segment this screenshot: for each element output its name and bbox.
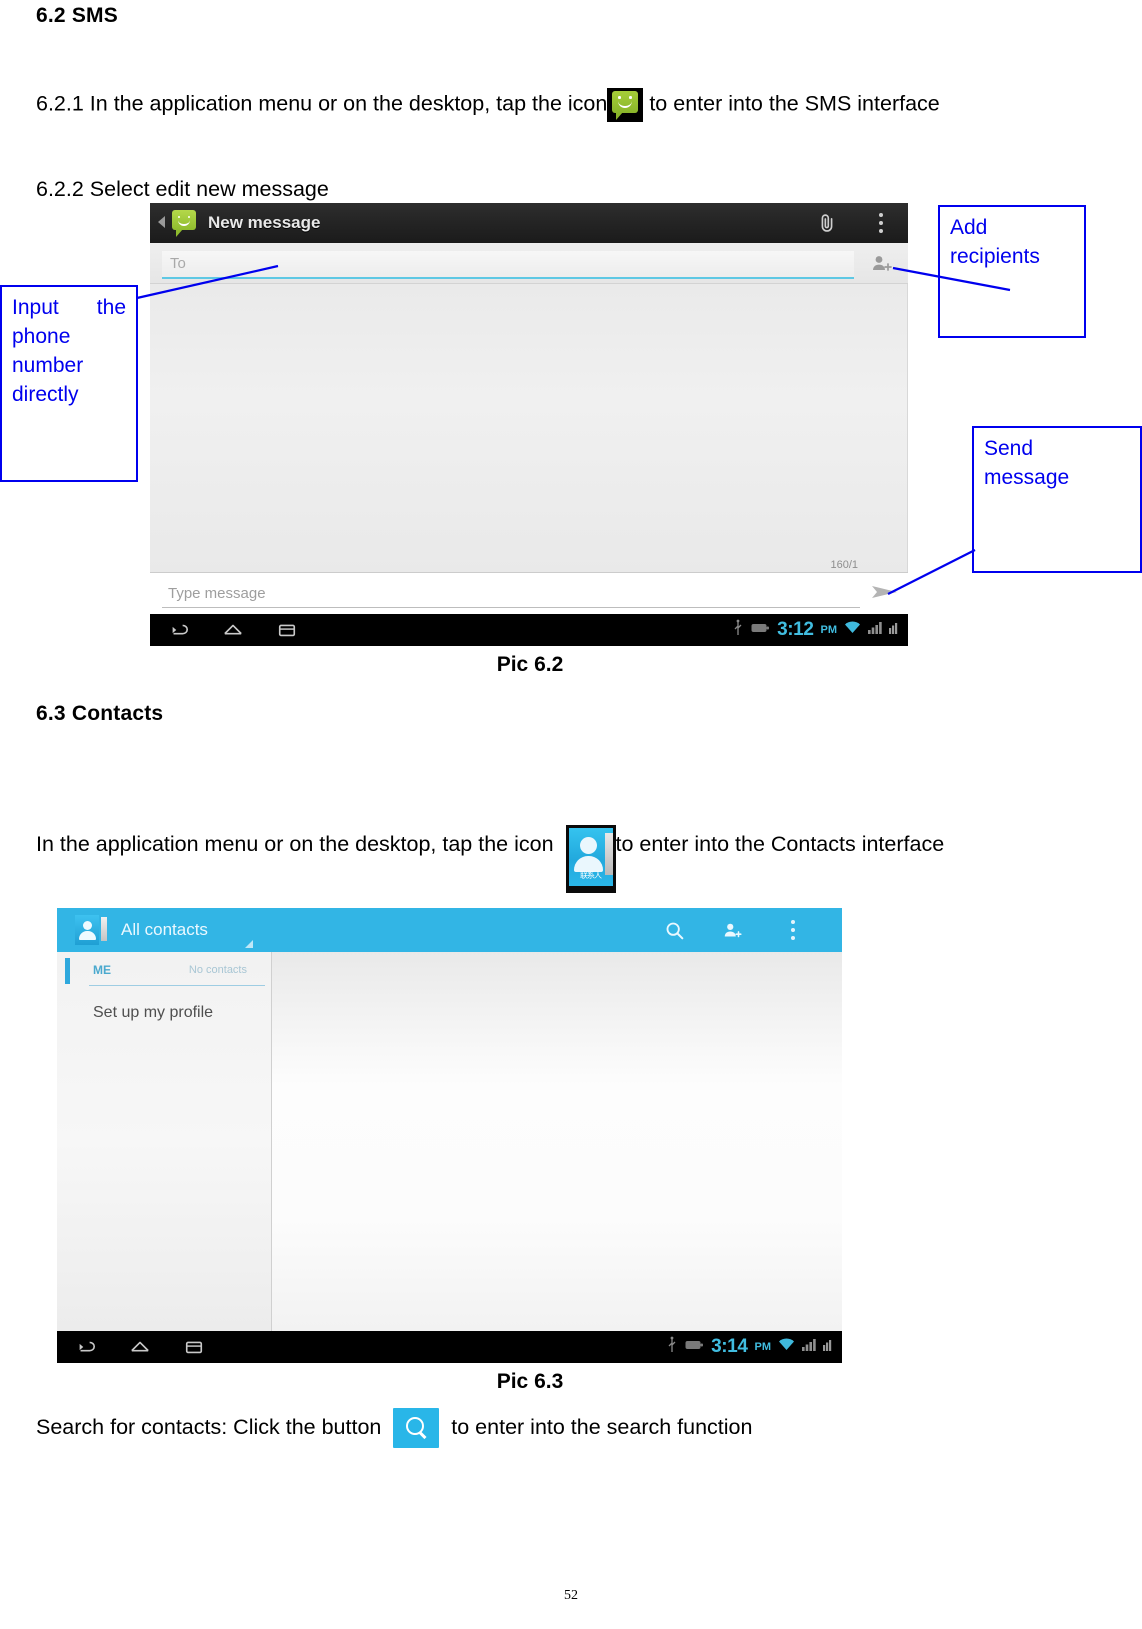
nav-home-icon[interactable] (129, 1337, 151, 1357)
contacts-app-icon[interactable] (75, 915, 107, 945)
contacts-group-header[interactable]: ME No contacts (89, 960, 265, 986)
contacts-body: ME No contacts Set up my profile (57, 952, 842, 1331)
callout-line-4: directly (12, 383, 79, 406)
annotation-leader-lines (136, 264, 1011, 595)
group-underline (89, 984, 265, 986)
signal-bars-icon (802, 1338, 816, 1356)
contacts-status-icons: 3:14 PM (666, 1331, 834, 1363)
group-count: No contacts (188, 964, 247, 976)
paragraph-contacts-intro: In the application menu or on the deskto… (36, 825, 1046, 893)
contacts-title: All contacts (121, 920, 208, 939)
overflow-menu-icon[interactable] (791, 920, 796, 941)
list-item-setup-profile[interactable]: Set up my profile (93, 1004, 213, 1022)
paragraph-contacts-after: to enter into the Contacts interface (615, 832, 945, 856)
callout-line-1: Send (984, 437, 1034, 460)
caption-pic-6-2: Pic 6.2 (496, 653, 564, 676)
page-number: 52 (564, 1588, 578, 1603)
paragraph-search-after: to enter into the search function (451, 1415, 753, 1439)
callout-input-phone-number: Input the phone number directly (0, 285, 138, 482)
callout-line-1: Add (950, 216, 988, 239)
wifi-icon (778, 1338, 795, 1356)
nav-recents-icon[interactable] (183, 1337, 205, 1357)
callout-line-2: phone (12, 325, 71, 348)
add-contact-icon[interactable] (722, 920, 744, 942)
contacts-detail-pane (272, 952, 842, 1331)
paragraph-search-before: Search for contacts: Click the button (36, 1415, 382, 1439)
callout-line-2: message (984, 466, 1070, 489)
contacts-screenshot: All contacts ME No contacts Set up my pr… (57, 908, 842, 1363)
paragraph-search-contacts: Search for contacts: Click the button to… (36, 1408, 1086, 1448)
callout-line-3: number (12, 354, 84, 377)
dropdown-caret-icon[interactable] (245, 940, 253, 948)
contacts-navigation-bar: 3:14 PM (57, 1331, 842, 1363)
battery-icon (685, 1338, 704, 1356)
contacts-titlebar: All contacts (57, 908, 842, 952)
caption-pic-6-3: Pic 6.3 (496, 1370, 564, 1393)
usb-icon (666, 1336, 678, 1359)
group-accent-bar (65, 958, 70, 984)
signal-bars-icon-secondary (823, 1338, 834, 1356)
status-time: 3:14 (711, 1336, 748, 1357)
paragraph-contacts-before: In the application menu or on the deskto… (36, 832, 554, 856)
callout-send-message: Send message (972, 426, 1142, 573)
search-icon[interactable] (664, 920, 686, 942)
search-icon (393, 1408, 440, 1448)
document-page: 6.2 SMS 6.2.1 In the application menu or… (0, 0, 1142, 1629)
callout-line-1: Input the (12, 296, 126, 319)
contacts-app-icon: 联系人 (565, 825, 616, 893)
contacts-list-pane: ME No contacts Set up my profile (57, 952, 272, 1331)
callout-add-recipients: Add recipients (938, 205, 1086, 338)
nav-back-icon[interactable] (75, 1337, 97, 1357)
group-label: ME (93, 963, 111, 977)
section-heading-contacts: 6.3 Contacts (36, 702, 164, 725)
callout-line-2: recipients (950, 245, 1040, 268)
status-ampm: PM (754, 1341, 772, 1353)
